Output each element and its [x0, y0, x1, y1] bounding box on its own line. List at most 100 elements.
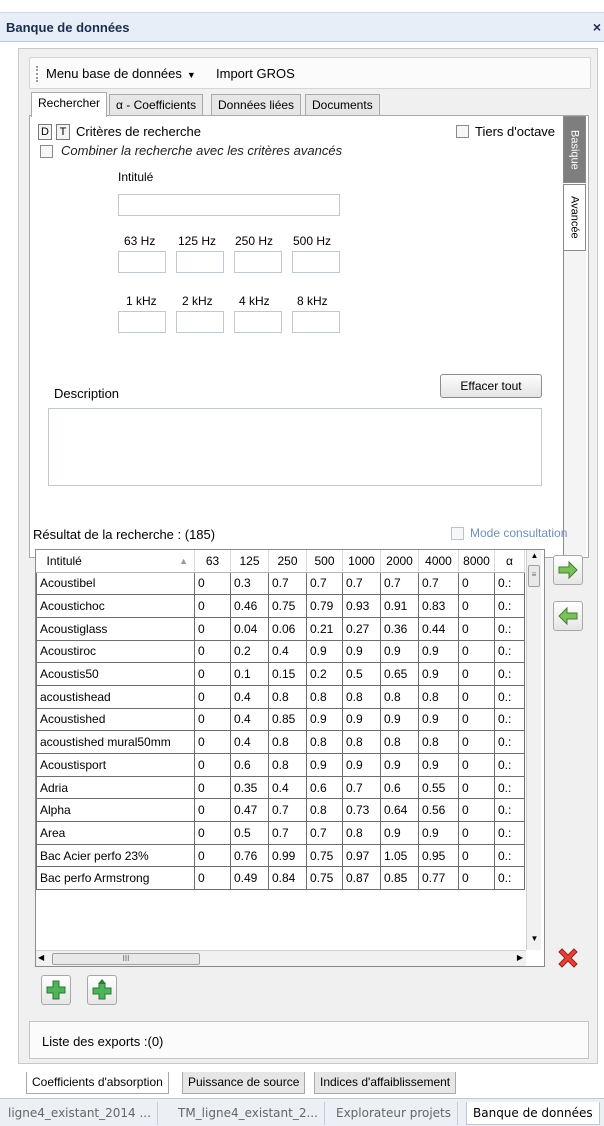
combine-checkbox[interactable] — [40, 145, 53, 158]
table-cell[interactable]: 0.7 — [268, 571, 307, 596]
scroll-down-icon[interactable]: ▼ — [527, 934, 542, 948]
table-cell[interactable]: 0.4 — [230, 684, 269, 709]
table-cell[interactable]: 0.1 — [230, 662, 269, 686]
tab-coefficients[interactable]: α - Coefficients — [109, 94, 204, 116]
column-header[interactable]: 8000 — [458, 550, 495, 573]
table-row[interactable]: Acoustichoc 0 0.46 0.75 0.79 0.93 0.91 0.83 0 0.: — [36, 594, 525, 618]
table-cell[interactable]: 0.: — [494, 616, 525, 641]
table-cell[interactable]: 0.9 — [380, 753, 419, 777]
table-row[interactable]: acoustishead 0 0.4 0.8 0.8 0.8 0.8 0.8 0 0.: — [36, 684, 525, 709]
table-cell[interactable]: 0 — [194, 594, 231, 618]
table-cell[interactable]: 0.75 — [306, 866, 343, 891]
table-cell[interactable]: 0 — [458, 775, 495, 800]
table-cell[interactable]: 0 — [458, 639, 495, 664]
tab-rechercher[interactable]: Rechercher — [31, 92, 108, 117]
table-cell[interactable]: 0 — [194, 571, 231, 596]
table-cell[interactable]: 0.8 — [342, 730, 381, 754]
table-cell[interactable]: 0.87 — [342, 866, 381, 891]
table-cell[interactable]: 0.75 — [268, 594, 307, 618]
table-cell[interactable]: 0.36 — [380, 616, 419, 641]
table-cell[interactable]: 0.15 — [268, 662, 307, 686]
mode-consultation-checkbox[interactable] — [451, 527, 464, 540]
table-cell[interactable]: 0.9 — [380, 639, 419, 664]
doc-tab-tm-ligne4[interactable]: TM_ligne4_existant_2... — [172, 1102, 325, 1125]
table-row[interactable]: acoustished mural50mm 0 0.4 0.8 0.8 0.8 0.8 0.8… — [36, 730, 525, 754]
table-row[interactable]: Acoustished 0 0.4 0.85 0.9 0.9 0.9 0.9 0 0.: — [36, 707, 525, 732]
table-cell[interactable]: 0.99 — [268, 843, 307, 868]
table-row[interactable]: Bac Acier perfo 23% 0 0.76 0.99 0.75 0.97 1.05… — [36, 843, 525, 868]
table-cell[interactable]: 0.65 — [380, 662, 419, 686]
table-cell[interactable]: 0.9 — [418, 639, 459, 664]
freq-2khz-input[interactable] — [176, 311, 224, 333]
row-name-cell[interactable]: Acoustisport — [36, 753, 195, 777]
row-name-cell[interactable]: acoustishead — [36, 684, 195, 709]
table-cell[interactable]: 0.44 — [418, 616, 459, 641]
table-cell[interactable]: 0.2 — [306, 662, 343, 686]
table-cell[interactable]: 0.8 — [306, 798, 343, 823]
scroll-thumb[interactable]: ≡ — [528, 565, 540, 587]
table-cell[interactable]: 0.91 — [380, 594, 419, 618]
d-button[interactable]: D — [38, 124, 52, 140]
row-name-cell[interactable]: Bac perfo Armstrong — [36, 866, 195, 891]
table-cell[interactable]: 0.5 — [342, 662, 381, 686]
tiers-octave-checkbox[interactable] — [456, 125, 469, 138]
table-cell[interactable]: 0.75 — [306, 843, 343, 868]
table-cell[interactable]: 0.: — [494, 866, 525, 891]
table-cell[interactable]: 0.9 — [306, 707, 343, 732]
delete-button[interactable] — [553, 943, 583, 973]
column-header[interactable]: 2000 — [380, 550, 419, 573]
table-cell[interactable]: 0 — [194, 707, 231, 732]
table-cell[interactable]: 0.64 — [380, 798, 419, 823]
table-cell[interactable]: 0.: — [494, 753, 525, 777]
table-cell[interactable]: 0.: — [494, 684, 525, 709]
tab-basique[interactable]: Basique — [563, 116, 586, 183]
table-cell[interactable]: 0.47 — [230, 798, 269, 823]
table-cell[interactable]: 0 — [194, 798, 231, 823]
table-cell[interactable]: 0 — [194, 775, 231, 800]
freq-8khz-input[interactable] — [292, 311, 340, 333]
table-cell[interactable]: 0.7 — [306, 821, 343, 845]
table-cell[interactable]: 0.76 — [230, 843, 269, 868]
table-cell[interactable]: 0.8 — [418, 684, 459, 709]
toolbar-grip-icon[interactable] — [36, 66, 38, 82]
row-name-cell[interactable]: Acoustiroc — [36, 639, 195, 664]
table-cell[interactable]: 0 — [194, 639, 231, 664]
column-header[interactable]: 500 — [306, 550, 343, 573]
table-cell[interactable]: 0.9 — [306, 753, 343, 777]
tab-coefficients-absorption[interactable]: Coefficients d'absorption — [26, 1072, 169, 1094]
table-cell[interactable]: 0.: — [494, 775, 525, 800]
table-cell[interactable]: 0.8 — [306, 730, 343, 754]
table-cell[interactable]: 0 — [194, 753, 231, 777]
menu-database-button[interactable]: Menu base de données ▼ — [46, 66, 196, 81]
doc-tab-explorateur[interactable]: Explorateur projets — [330, 1102, 459, 1125]
table-cell[interactable]: 0 — [458, 571, 495, 596]
horizontal-scroll-thumb[interactable]: III — [52, 953, 200, 965]
row-name-cell[interactable]: Acoustibel — [36, 571, 195, 596]
table-cell[interactable]: 0.4 — [268, 639, 307, 664]
horizontal-scrollbar[interactable]: ◀ III ▶ — [36, 950, 526, 966]
table-cell[interactable]: 0.97 — [342, 843, 381, 868]
vertical-scrollbar[interactable]: ▲ ≡ ▼ — [526, 550, 541, 950]
table-cell[interactable]: 0.: — [494, 821, 525, 845]
row-name-cell[interactable]: acoustished mural50mm — [36, 730, 195, 754]
table-row[interactable]: Acoustiglass 0 0.04 0.06 0.21 0.27 0.36 0.44 0 0.… — [36, 616, 525, 641]
tab-donnees-liees[interactable]: Données liées — [211, 94, 302, 116]
table-cell[interactable]: 0.8 — [268, 684, 307, 709]
table-cell[interactable]: 0 — [194, 662, 231, 686]
freq-500hz-input[interactable] — [292, 251, 340, 273]
table-cell[interactable]: 0.95 — [418, 843, 459, 868]
column-header[interactable]: Intitulé ▲ — [36, 550, 195, 573]
column-header[interactable]: α — [494, 550, 525, 573]
table-row[interactable]: Bac perfo Armstrong 0 0.49 0.84 0.75 0.87 0.85… — [36, 866, 525, 891]
table-cell[interactable]: 0 — [458, 730, 495, 754]
table-cell[interactable]: 0.: — [494, 662, 525, 686]
table-cell[interactable]: 0.4 — [268, 775, 307, 800]
tab-documents[interactable]: Documents — [305, 94, 380, 116]
table-cell[interactable]: 0.85 — [268, 707, 307, 732]
table-cell[interactable]: 0.7 — [380, 571, 419, 596]
table-cell[interactable]: 0.9 — [342, 753, 381, 777]
table-cell[interactable]: 0.56 — [418, 798, 459, 823]
table-cell[interactable]: 0.49 — [230, 866, 269, 891]
column-header[interactable]: 250 — [268, 550, 307, 573]
table-cell[interactable]: 0.8 — [418, 730, 459, 754]
